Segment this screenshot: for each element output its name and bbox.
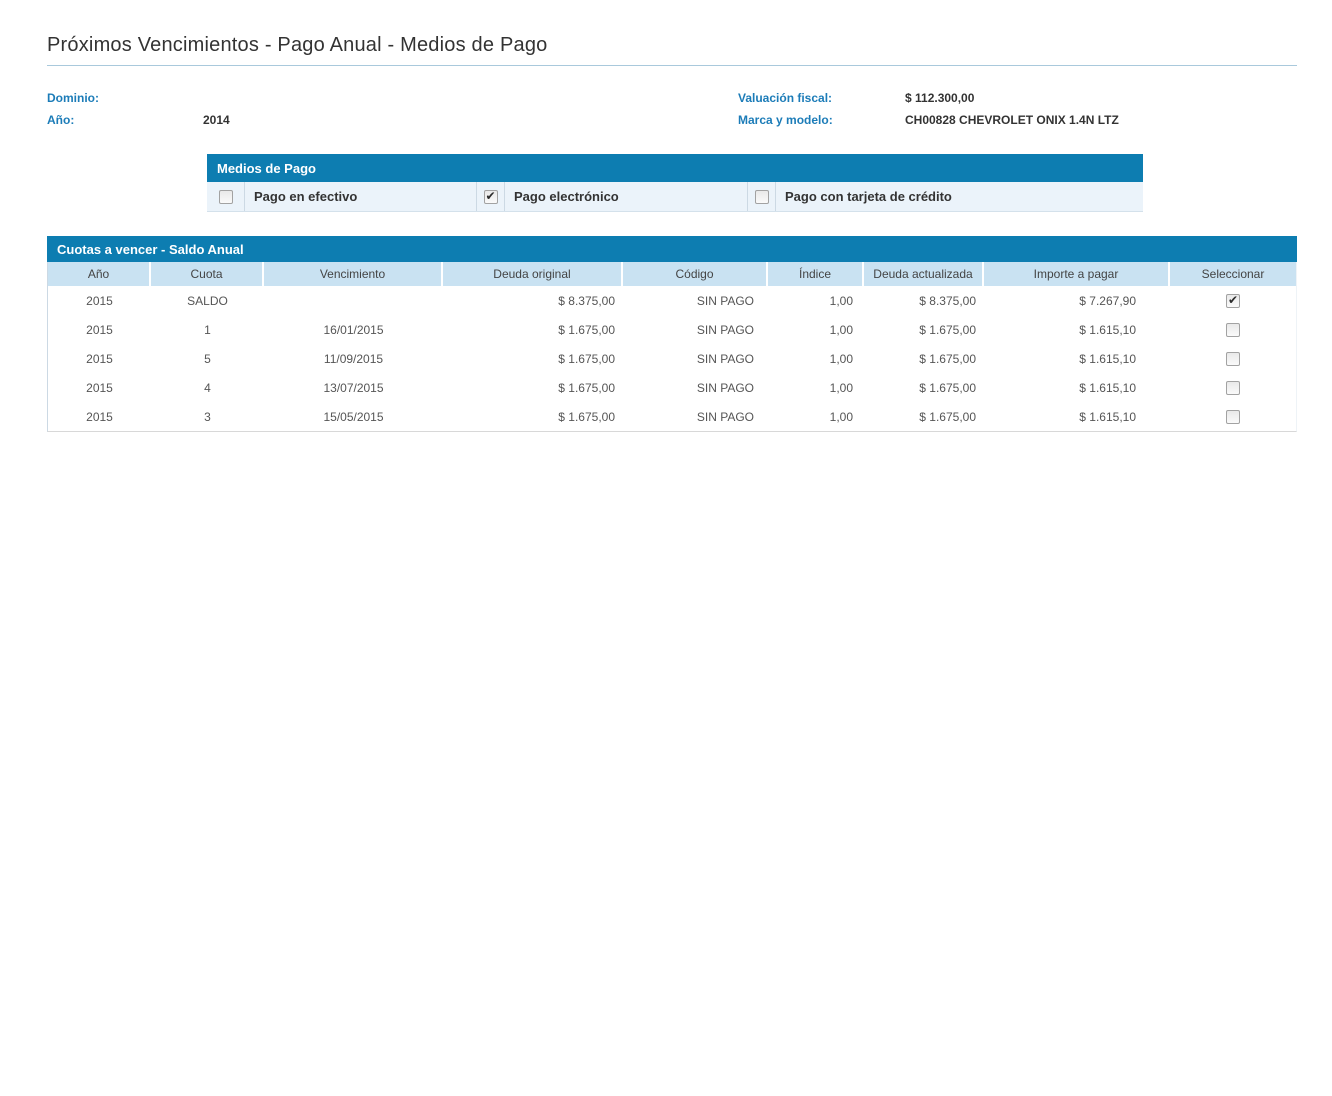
vehicle-info-left: Dominio: Año: 2014 bbox=[47, 87, 738, 131]
cell-seleccionar bbox=[1170, 344, 1296, 373]
cell-indice: 1,00 bbox=[768, 373, 864, 402]
col-header-codigo: Código bbox=[623, 262, 768, 286]
pago-efectivo-checkbox-cell bbox=[207, 182, 245, 211]
cell-cuota: SALDO bbox=[151, 286, 264, 315]
cell-cuota: 5 bbox=[151, 344, 264, 373]
pago-tarjeta-checkbox[interactable] bbox=[755, 190, 769, 204]
pago-efectivo-label: Pago en efectivo bbox=[245, 182, 477, 211]
pago-electronico-checkbox-cell bbox=[477, 182, 505, 211]
marca-modelo-label: Marca y modelo: bbox=[738, 113, 905, 127]
cell-indice: 1,00 bbox=[768, 402, 864, 431]
cell-deuda-actualizada: $ 1.675,00 bbox=[864, 315, 984, 344]
cell-importe-a-pagar: $ 1.615,10 bbox=[984, 344, 1170, 373]
cell-seleccionar bbox=[1170, 315, 1296, 344]
marca-modelo-value: CH00828 CHEVROLET ONIX 1.4N LTZ bbox=[905, 113, 1119, 127]
valuacion-fiscal-value: $ 112.300,00 bbox=[905, 91, 974, 105]
cuotas-panel: Cuotas a vencer - Saldo Anual Año Cuota … bbox=[47, 236, 1297, 432]
medios-de-pago-options: Pago en efectivo Pago electrónico Pago c… bbox=[207, 182, 1143, 212]
cell-anio: 2015 bbox=[48, 373, 151, 402]
table-row: 2015 5 11/09/2015 $ 1.675,00 SIN PAGO 1,… bbox=[48, 344, 1296, 373]
cell-deuda-actualizada: $ 1.675,00 bbox=[864, 402, 984, 431]
row-select-checkbox[interactable] bbox=[1226, 352, 1240, 366]
cell-seleccionar bbox=[1170, 373, 1296, 402]
cell-seleccionar bbox=[1170, 402, 1296, 431]
cell-deuda-actualizada: $ 1.675,00 bbox=[864, 373, 984, 402]
col-header-cuota: Cuota bbox=[151, 262, 264, 286]
cell-indice: 1,00 bbox=[768, 286, 864, 315]
cell-vencimiento: 15/05/2015 bbox=[264, 402, 443, 431]
cell-deuda-original: $ 1.675,00 bbox=[443, 344, 623, 373]
cell-vencimiento: 11/09/2015 bbox=[264, 344, 443, 373]
table-row: 2015 1 16/01/2015 $ 1.675,00 SIN PAGO 1,… bbox=[48, 315, 1296, 344]
cell-deuda-actualizada: $ 1.675,00 bbox=[864, 344, 984, 373]
row-select-checkbox[interactable] bbox=[1226, 381, 1240, 395]
cell-anio: 2015 bbox=[48, 315, 151, 344]
pago-tarjeta-checkbox-cell bbox=[748, 182, 776, 211]
col-header-indice: Índice bbox=[768, 262, 864, 286]
vehicle-info: Dominio: Año: 2014 Valuación fiscal: $ 1… bbox=[47, 87, 1297, 131]
valuacion-fiscal-label: Valuación fiscal: bbox=[738, 91, 905, 105]
anio-row: Año: 2014 bbox=[47, 109, 738, 131]
pago-efectivo-checkbox[interactable] bbox=[219, 190, 233, 204]
cell-cuota: 1 bbox=[151, 315, 264, 344]
table-row: 2015 SALDO $ 8.375,00 SIN PAGO 1,00 $ 8.… bbox=[48, 286, 1296, 315]
col-header-deuda-actualizada: Deuda actualizada bbox=[864, 262, 984, 286]
cuotas-table: Año Cuota Vencimiento Deuda original Cód… bbox=[47, 262, 1297, 432]
vehicle-info-right: Valuación fiscal: $ 112.300,00 Marca y m… bbox=[738, 87, 1297, 131]
marca-modelo-row: Marca y modelo: CH00828 CHEVROLET ONIX 1… bbox=[738, 109, 1297, 131]
cell-importe-a-pagar: $ 1.615,10 bbox=[984, 402, 1170, 431]
page: Próximos Vencimientos - Pago Anual - Med… bbox=[0, 0, 1332, 432]
cell-importe-a-pagar: $ 1.615,10 bbox=[984, 315, 1170, 344]
anio-value: 2014 bbox=[203, 113, 230, 127]
cell-deuda-original: $ 1.675,00 bbox=[443, 402, 623, 431]
cell-codigo: SIN PAGO bbox=[623, 286, 768, 315]
pago-electronico-checkbox[interactable] bbox=[484, 190, 498, 204]
cell-anio: 2015 bbox=[48, 286, 151, 315]
pago-tarjeta-label: Pago con tarjeta de crédito bbox=[776, 182, 1143, 211]
cell-codigo: SIN PAGO bbox=[623, 315, 768, 344]
col-header-anio: Año bbox=[48, 262, 151, 286]
col-header-vencimiento: Vencimiento bbox=[264, 262, 443, 286]
cell-cuota: 4 bbox=[151, 373, 264, 402]
cell-codigo: SIN PAGO bbox=[623, 402, 768, 431]
valuacion-row: Valuación fiscal: $ 112.300,00 bbox=[738, 87, 1297, 109]
col-header-seleccionar: Seleccionar bbox=[1170, 262, 1296, 286]
row-select-checkbox[interactable] bbox=[1226, 410, 1240, 424]
anio-label: Año: bbox=[47, 113, 203, 127]
row-select-checkbox[interactable] bbox=[1226, 294, 1240, 308]
cell-deuda-actualizada: $ 8.375,00 bbox=[864, 286, 984, 315]
table-row: 2015 4 13/07/2015 $ 1.675,00 SIN PAGO 1,… bbox=[48, 373, 1296, 402]
cell-cuota: 3 bbox=[151, 402, 264, 431]
cell-codigo: SIN PAGO bbox=[623, 373, 768, 402]
cell-vencimiento: 13/07/2015 bbox=[264, 373, 443, 402]
dominio-label: Dominio: bbox=[47, 91, 203, 105]
cell-vencimiento bbox=[264, 286, 443, 315]
cuotas-table-header-row: Año Cuota Vencimiento Deuda original Cód… bbox=[48, 262, 1296, 286]
col-header-deuda-original: Deuda original bbox=[443, 262, 623, 286]
col-header-importe-a-pagar: Importe a pagar bbox=[984, 262, 1170, 286]
pago-electronico-label: Pago electrónico bbox=[505, 182, 748, 211]
page-title: Próximos Vencimientos - Pago Anual - Med… bbox=[47, 34, 1297, 66]
cell-importe-a-pagar: $ 1.615,10 bbox=[984, 373, 1170, 402]
cell-indice: 1,00 bbox=[768, 315, 864, 344]
cell-codigo: SIN PAGO bbox=[623, 344, 768, 373]
medios-de-pago-header: Medios de Pago bbox=[207, 154, 1143, 182]
row-select-checkbox[interactable] bbox=[1226, 323, 1240, 337]
cell-deuda-original: $ 8.375,00 bbox=[443, 286, 623, 315]
cell-importe-a-pagar: $ 7.267,90 bbox=[984, 286, 1170, 315]
cuotas-header: Cuotas a vencer - Saldo Anual bbox=[47, 236, 1297, 262]
dominio-row: Dominio: bbox=[47, 87, 738, 109]
cell-anio: 2015 bbox=[48, 344, 151, 373]
cell-deuda-original: $ 1.675,00 bbox=[443, 373, 623, 402]
medios-de-pago-panel: Medios de Pago Pago en efectivo Pago ele… bbox=[207, 154, 1143, 212]
table-row: 2015 3 15/05/2015 $ 1.675,00 SIN PAGO 1,… bbox=[48, 402, 1296, 431]
cell-deuda-original: $ 1.675,00 bbox=[443, 315, 623, 344]
cell-vencimiento: 16/01/2015 bbox=[264, 315, 443, 344]
cell-anio: 2015 bbox=[48, 402, 151, 431]
cell-indice: 1,00 bbox=[768, 344, 864, 373]
cell-seleccionar bbox=[1170, 286, 1296, 315]
